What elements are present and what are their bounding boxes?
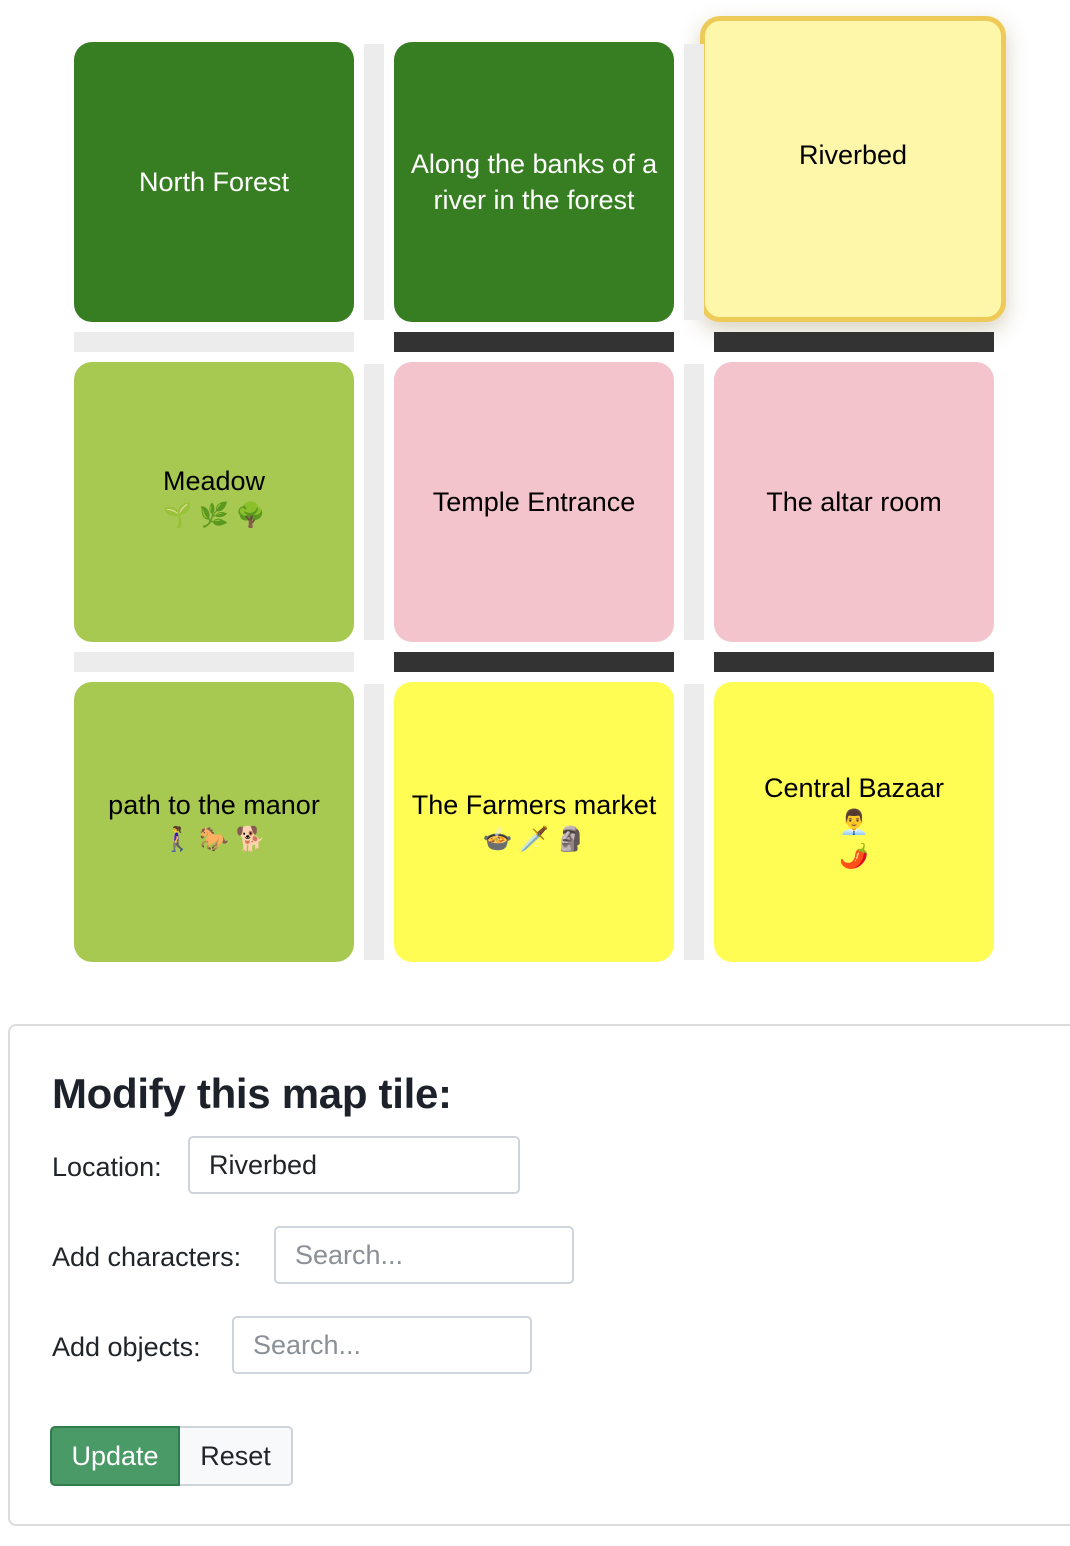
path-connector-horizontal[interactable]	[74, 652, 354, 672]
tile-name: Riverbed	[798, 140, 908, 170]
tile-name: Central Bazaar	[763, 773, 945, 803]
map-tile-riverbed[interactable]: Riverbed	[700, 16, 1006, 322]
path-connector-horizontal[interactable]	[394, 652, 674, 672]
tile-contents: 🌱 🌿 🌳	[162, 502, 266, 529]
characters-search-input[interactable]	[274, 1226, 574, 1284]
tile-name: Temple Entrance	[432, 487, 636, 517]
path-connector-vertical[interactable]	[684, 44, 704, 320]
map-tile-north-forest[interactable]: North Forest	[74, 42, 354, 322]
path-connector-vertical[interactable]	[364, 44, 384, 320]
modify-tile-panel: Modify this map tile: Location: Add char…	[8, 1024, 1070, 1526]
objects-search-input[interactable]	[232, 1316, 532, 1374]
tile-name: The altar room	[766, 487, 942, 517]
tile-name: Meadow	[162, 466, 266, 496]
path-connector-horizontal[interactable]	[74, 332, 354, 352]
path-connector-horizontal[interactable]	[714, 332, 994, 352]
map-tile-river-banks[interactable]: Along the banks of a river in the forest	[394, 42, 674, 322]
tile-contents: 🚶‍♀️ 🐎 🐕	[162, 826, 266, 853]
tile-name: Along the banks of a river in the forest	[410, 149, 658, 215]
map-tile-central-bazaar[interactable]: Central Bazaar 👨‍💼 🌶️	[714, 682, 994, 962]
map-grid: North Forest Along the banks of a river …	[0, 0, 1070, 1000]
tile-contents: 👨‍💼 🌶️	[839, 809, 869, 870]
path-connector-vertical[interactable]	[684, 364, 704, 640]
path-connector-horizontal[interactable]	[714, 652, 994, 672]
path-connector-horizontal[interactable]	[394, 332, 674, 352]
location-input[interactable]	[188, 1136, 520, 1194]
tile-name: path to the manor	[108, 790, 320, 820]
map-tile-meadow[interactable]: Meadow 🌱 🌿 🌳	[74, 362, 354, 642]
tile-contents: 🍲 🗡️ 🗿	[482, 826, 586, 853]
map-tile-altar-room[interactable]: The altar room	[714, 362, 994, 642]
path-connector-vertical[interactable]	[364, 684, 384, 960]
reset-button[interactable]: Reset	[180, 1426, 293, 1486]
path-connector-vertical[interactable]	[364, 364, 384, 640]
panel-title: Modify this map tile:	[52, 1070, 452, 1117]
objects-label: Add objects:	[52, 1332, 201, 1362]
tile-name: North Forest	[138, 167, 290, 197]
path-connector-vertical[interactable]	[684, 684, 704, 960]
map-tile-farmers-market[interactable]: The Farmers market 🍲 🗡️ 🗿	[394, 682, 674, 962]
map-tile-temple-entrance[interactable]: Temple Entrance	[394, 362, 674, 642]
location-label: Location:	[52, 1152, 162, 1182]
update-button[interactable]: Update	[50, 1426, 180, 1486]
map-tile-path-to-manor[interactable]: path to the manor 🚶‍♀️ 🐎 🐕	[74, 682, 354, 962]
tile-name: The Farmers market	[411, 790, 657, 820]
characters-label: Add characters:	[52, 1242, 242, 1272]
